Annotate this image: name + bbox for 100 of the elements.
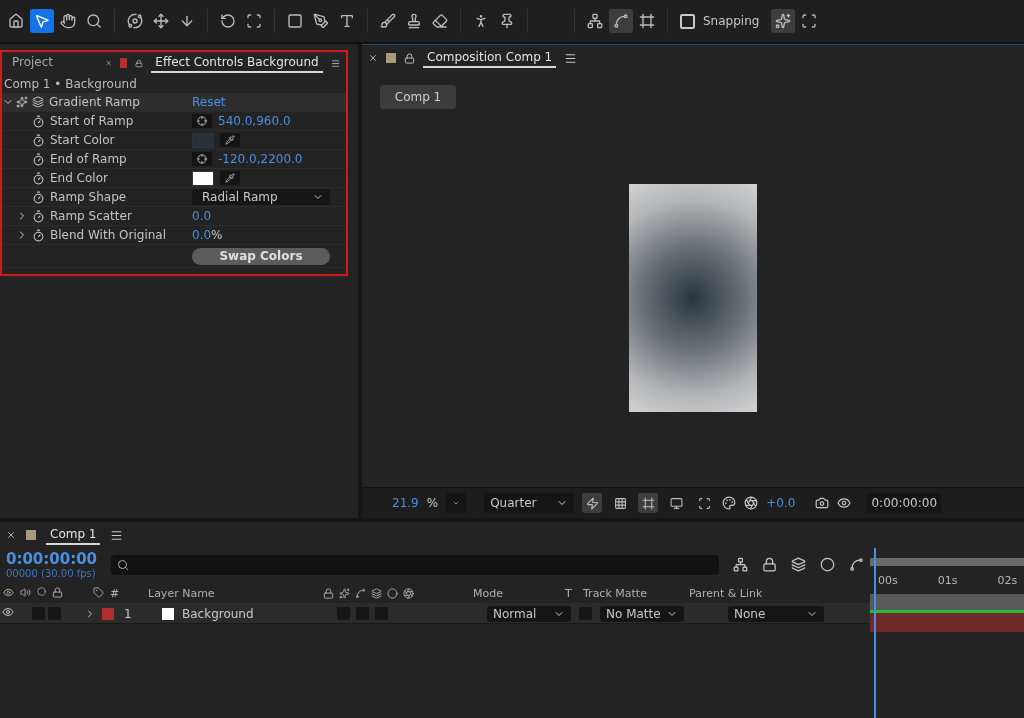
layer-clip[interactable]: [870, 613, 1024, 632]
time-display[interactable]: 0:00:00:00: [867, 493, 942, 513]
graph-icon[interactable]: [849, 557, 864, 572]
label-swatch: [26, 530, 36, 540]
stopwatch-icon[interactable]: [32, 209, 45, 223]
column-header: Track Matte: [583, 586, 648, 600]
close-icon[interactable]: [6, 530, 16, 540]
zoom-unit: %: [426, 496, 439, 510]
lock-icon[interactable]: [135, 57, 144, 69]
color-chip[interactable]: [192, 170, 214, 186]
solo-icon: [37, 586, 46, 596]
layer-number: 1: [124, 606, 133, 621]
orbit-icon: [127, 13, 143, 29]
zoom-value[interactable]: 21.9: [392, 496, 419, 510]
pin-icon: [499, 13, 515, 29]
matte-dropdown[interactable]: No Matte: [600, 605, 684, 622]
figure-icon: [473, 13, 489, 29]
close-icon[interactable]: [368, 53, 378, 63]
search-icon: [86, 13, 102, 29]
reset-link[interactable]: Reset: [192, 95, 226, 109]
layer-label-color[interactable]: [102, 607, 114, 620]
work-area-bar[interactable]: [870, 594, 1024, 613]
stopwatch-icon[interactable]: [32, 152, 45, 166]
property-value[interactable]: 540.0,960.0: [218, 114, 291, 128]
lock-icon: [52, 586, 63, 598]
view-toggle[interactable]: [638, 493, 659, 513]
channel-icon[interactable]: [722, 496, 737, 510]
ruler-label: 01s: [937, 574, 958, 589]
effect-icon[interactable]: [16, 96, 28, 108]
swap-colors-button[interactable]: Swap Colors: [192, 247, 330, 265]
stopwatch-icon[interactable]: [32, 228, 45, 242]
mode-dropdown[interactable]: Normal: [487, 605, 571, 622]
hand-icon: [60, 13, 76, 29]
stopwatch-icon[interactable]: [32, 133, 45, 147]
point-picker[interactable]: [192, 152, 212, 166]
pointer-tool[interactable]: [30, 9, 54, 33]
layers-icon: [371, 587, 382, 599]
frame-rate: 00000 (30.00 fps): [6, 568, 97, 579]
resolution-dropdown[interactable]: Quarter: [484, 493, 575, 513]
camera-icon[interactable]: [815, 496, 830, 510]
eyedropper-icon[interactable]: [220, 171, 240, 185]
circle-icon: [387, 587, 398, 599]
aperture-icon: [403, 587, 414, 599]
column-header: Mode: [473, 586, 504, 600]
search-icon: [117, 558, 130, 571]
menu-icon[interactable]: [110, 528, 124, 542]
point-picker[interactable]: [192, 114, 212, 128]
exposure-value[interactable]: +0.0: [766, 496, 796, 510]
type-icon: [339, 13, 355, 29]
pointer-icon: [34, 13, 50, 29]
rotate-icon: [220, 13, 236, 29]
property-value[interactable]: -120.0,2200.0: [218, 152, 303, 166]
panel-tab[interactable]: Effect Controls Background: [151, 53, 323, 73]
search-field[interactable]: [111, 554, 719, 575]
stopwatch-icon[interactable]: [32, 190, 45, 204]
solid-swatch: [162, 607, 174, 620]
ruler-label: 02s: [997, 574, 1018, 589]
move-icon: [153, 13, 169, 29]
stamp-icon: [406, 13, 422, 29]
property-name: End Color: [50, 171, 108, 185]
snap-tool[interactable]: [771, 9, 796, 33]
menu-icon[interactable]: [564, 51, 578, 65]
snapping-checkbox[interactable]: Snapping: [680, 13, 760, 29]
sparkle-icon: [339, 587, 350, 599]
layer-name[interactable]: Background: [182, 606, 337, 621]
toggle-icon: [669, 496, 683, 510]
view-toggle[interactable]: [582, 493, 603, 513]
toggle-icon: [585, 496, 599, 510]
preset-icon: [32, 96, 44, 108]
checkbox[interactable]: [680, 13, 695, 29]
pen-icon: [313, 13, 329, 29]
property-name: End of Ramp: [50, 152, 127, 166]
panel-tab[interactable]: Composition Comp 1: [423, 48, 557, 68]
property-value[interactable]: 0.0%: [192, 228, 223, 242]
eyedropper-icon[interactable]: [220, 133, 240, 147]
eye-icon[interactable]: [2, 606, 14, 618]
lock-icon[interactable]: [404, 52, 415, 64]
hierarchy-icon[interactable]: [733, 557, 748, 572]
breadcrumb: Comp 1 • Background: [3, 76, 138, 93]
property-value[interactable]: 0.0: [192, 209, 212, 223]
stopwatch-icon[interactable]: [32, 114, 45, 128]
label-swatch: [386, 53, 396, 63]
current-time[interactable]: 0:00:00:00: [6, 550, 98, 568]
view-tab[interactable]: Comp 1: [380, 85, 456, 109]
stopwatch-icon[interactable]: [32, 171, 45, 185]
panel-tab[interactable]: Comp 1: [46, 525, 101, 545]
dashed-frame-icon: [246, 13, 262, 29]
rectangle-icon: [287, 13, 303, 29]
panel-tab[interactable]: Project: [8, 53, 58, 73]
eye-icon[interactable]: [837, 496, 852, 510]
dropdown[interactable]: Radial Ramp: [192, 189, 330, 205]
eraser-icon: [432, 13, 448, 29]
parent-dropdown[interactable]: None: [728, 605, 824, 622]
toggle-icon: [697, 496, 711, 510]
tag-icon: [93, 586, 104, 598]
home-icon: [8, 13, 24, 29]
dashed-frame-icon: [801, 13, 818, 29]
aperture-icon[interactable]: [744, 496, 759, 510]
property-name: Start Color: [50, 133, 115, 147]
column-header: Parent & Link: [689, 586, 763, 600]
